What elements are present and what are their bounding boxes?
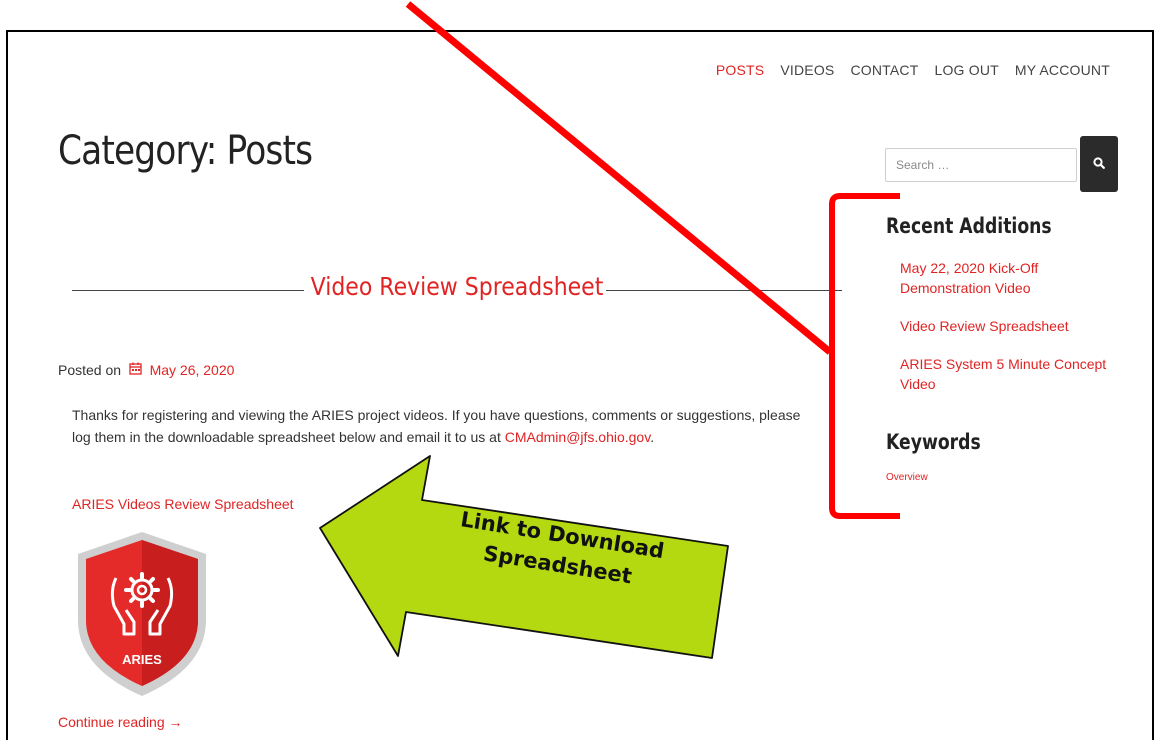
nav-log-out[interactable]: LOG OUT [934, 62, 998, 78]
recent-additions-heading: Recent Additions [886, 214, 1052, 238]
logo-text: ARIES [122, 652, 162, 667]
post-body: Thanks for registering and viewing the A… [72, 404, 842, 448]
post-date-link[interactable]: May 26, 2020 [150, 362, 235, 378]
list-item: Video Review Spreadsheet [900, 316, 1120, 336]
recent-additions-list: May 22, 2020 Kick-Off Demonstration Vide… [900, 258, 1120, 412]
search-input[interactable] [885, 148, 1077, 182]
title-rule-right [606, 290, 842, 291]
list-item: ARIES System 5 Minute Concept Video [900, 354, 1120, 394]
post-title-row: Video Review Spreadsheet [72, 272, 842, 308]
aries-logo[interactable]: ARIES [72, 528, 212, 698]
nav-posts[interactable]: POSTS [716, 62, 764, 78]
email-link[interactable]: CMAdmin@jfs.ohio.gov [505, 429, 650, 445]
post-body-line-2: log them in the downloadable spreadsheet… [72, 426, 842, 448]
keywords-heading: Keywords [886, 430, 981, 454]
download-spreadsheet-link[interactable]: ARIES Videos Review Spreadsheet [72, 496, 294, 512]
post-title[interactable]: Video Review Spreadsheet [118, 272, 796, 301]
nav-contact[interactable]: CONTACT [850, 62, 918, 78]
page-title: Category: Posts [58, 128, 313, 174]
search-button[interactable] [1080, 136, 1118, 192]
recent-item-link[interactable]: May 22, 2020 Kick-Off Demonstration Vide… [900, 260, 1038, 296]
list-item: May 22, 2020 Kick-Off Demonstration Vide… [900, 258, 1120, 298]
nav-my-account[interactable]: MY ACCOUNT [1015, 62, 1110, 78]
continue-reading-link[interactable]: Continue reading → [58, 714, 183, 730]
body-text-prefix: log them in the downloadable spreadsheet… [72, 429, 505, 445]
body-text-suffix: . [650, 429, 655, 445]
nav-videos[interactable]: VIDEOS [780, 62, 834, 78]
calendar-icon [129, 362, 146, 378]
recent-item-link[interactable]: ARIES System 5 Minute Concept Video [900, 356, 1106, 392]
recent-item-link[interactable]: Video Review Spreadsheet [900, 318, 1069, 334]
keyword-link[interactable]: Overview [886, 472, 928, 483]
posted-on-label: Posted on [58, 362, 122, 378]
post-meta: Posted on May 26, 2020 [58, 362, 234, 378]
top-nav: POSTS VIDEOS CONTACT LOG OUT MY ACCOUNT [716, 62, 1110, 78]
post-body-line-1: Thanks for registering and viewing the A… [72, 407, 801, 423]
search-icon [1093, 156, 1105, 172]
